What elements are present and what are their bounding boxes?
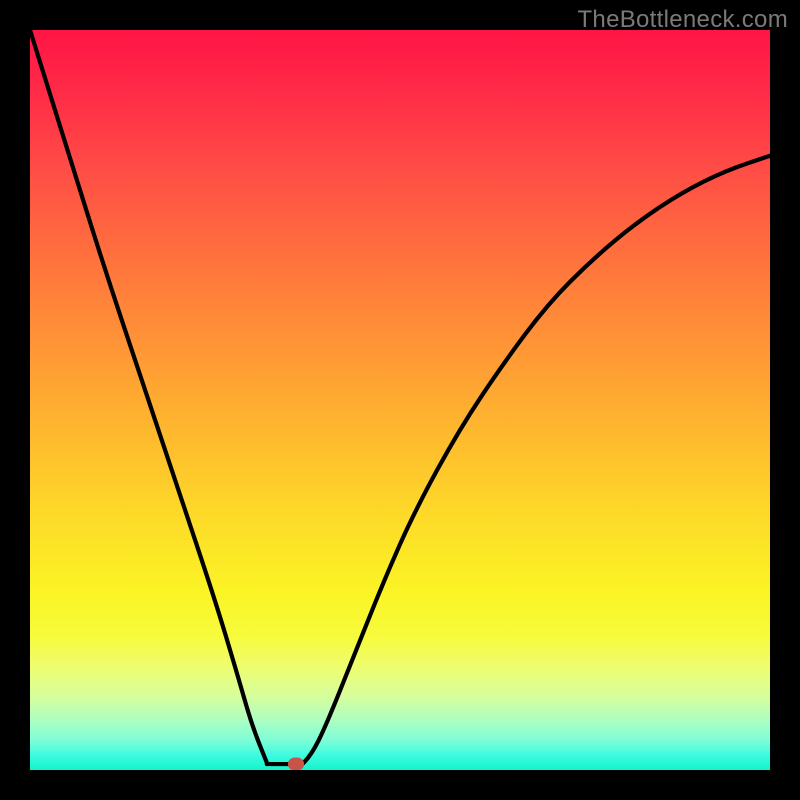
plot-area	[30, 30, 770, 770]
bottleneck-curve	[30, 30, 770, 770]
watermark-label: TheBottleneck.com	[577, 6, 788, 34]
optimal-point-marker	[288, 758, 304, 770]
chart-frame: TheBottleneck.com	[0, 0, 800, 800]
